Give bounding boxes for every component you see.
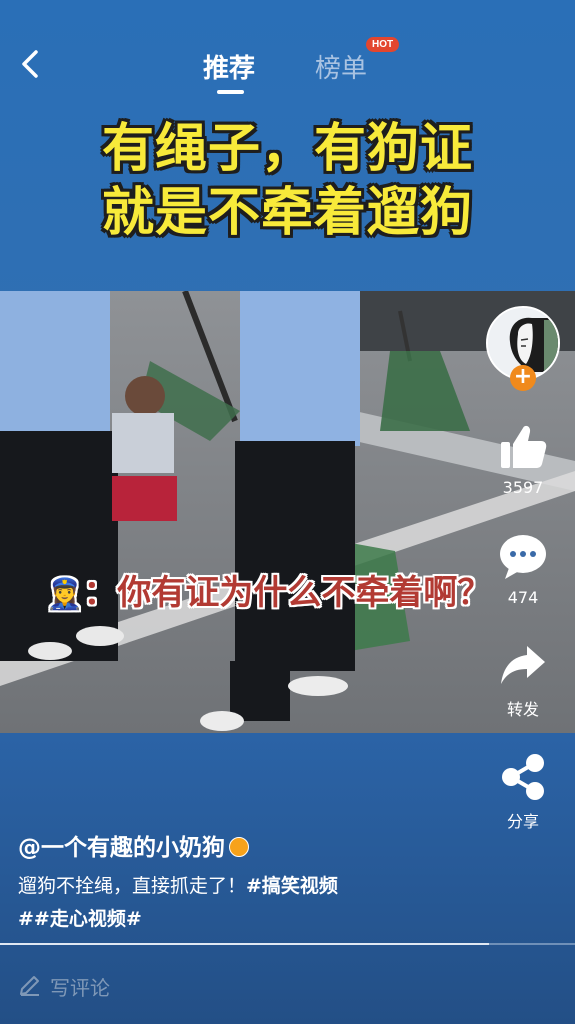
back-button[interactable] <box>14 44 50 84</box>
tab-recommend[interactable]: 推荐 <box>203 48 255 85</box>
follow-plus-button[interactable]: + <box>510 365 536 391</box>
police-officer-emoji: 👮‍♀️ <box>46 577 84 612</box>
hot-badge: HOT <box>366 37 400 52</box>
like-button[interactable]: 3597 <box>488 422 558 497</box>
tab-ranking[interactable]: 榜单 <box>315 48 367 85</box>
like-count: 3597 <box>502 478 544 497</box>
comment-bubble-icon <box>500 535 546 579</box>
forward-arrow-icon <box>501 646 545 684</box>
video-subtitle: 👮‍♀️：你有证为什么不牵着啊？ <box>46 565 491 614</box>
back-arrow-icon <box>22 50 38 78</box>
video-subtitle-text: ：你有证为什么不牵着啊？ <box>83 573 492 613</box>
forward-label: 转发 <box>506 700 539 719</box>
hashtag-funny-video[interactable]: #搞笑视频 <box>246 875 338 897</box>
hashtag-heartfelt-video[interactable]: ##走心视频# <box>18 904 142 931</box>
post-description: 遛狗不拴绳，直接抓走了！#搞笑视频 <box>18 871 338 898</box>
share-nodes-icon <box>502 754 544 800</box>
forward-button[interactable]: 转发 <box>488 642 558 720</box>
comment-input-placeholder: 写评论 <box>50 976 110 1000</box>
share-label: 分享 <box>506 812 539 831</box>
comment-button[interactable]: 474 <box>488 532 558 607</box>
post-description-text: 遛狗不拴绳，直接抓走了！ <box>18 875 247 897</box>
active-tab-indicator <box>217 90 244 94</box>
verified-badge-icon <box>229 836 249 857</box>
share-button[interactable]: 分享 <box>488 752 558 832</box>
top-bar: 推荐 榜单 HOT <box>0 0 575 110</box>
plus-icon: + <box>513 364 533 389</box>
comment-input[interactable]: 写评论 <box>0 945 575 1024</box>
pencil-icon <box>20 976 39 996</box>
comment-count: 474 <box>507 588 539 607</box>
author-name-text: @一个有趣的小奶狗 <box>18 835 225 861</box>
author-name[interactable]: @一个有趣的小奶狗 <box>18 828 249 862</box>
video-caption-line-2: 就是不牵着遛狗 <box>101 183 473 243</box>
thumbs-up-icon <box>501 425 547 468</box>
